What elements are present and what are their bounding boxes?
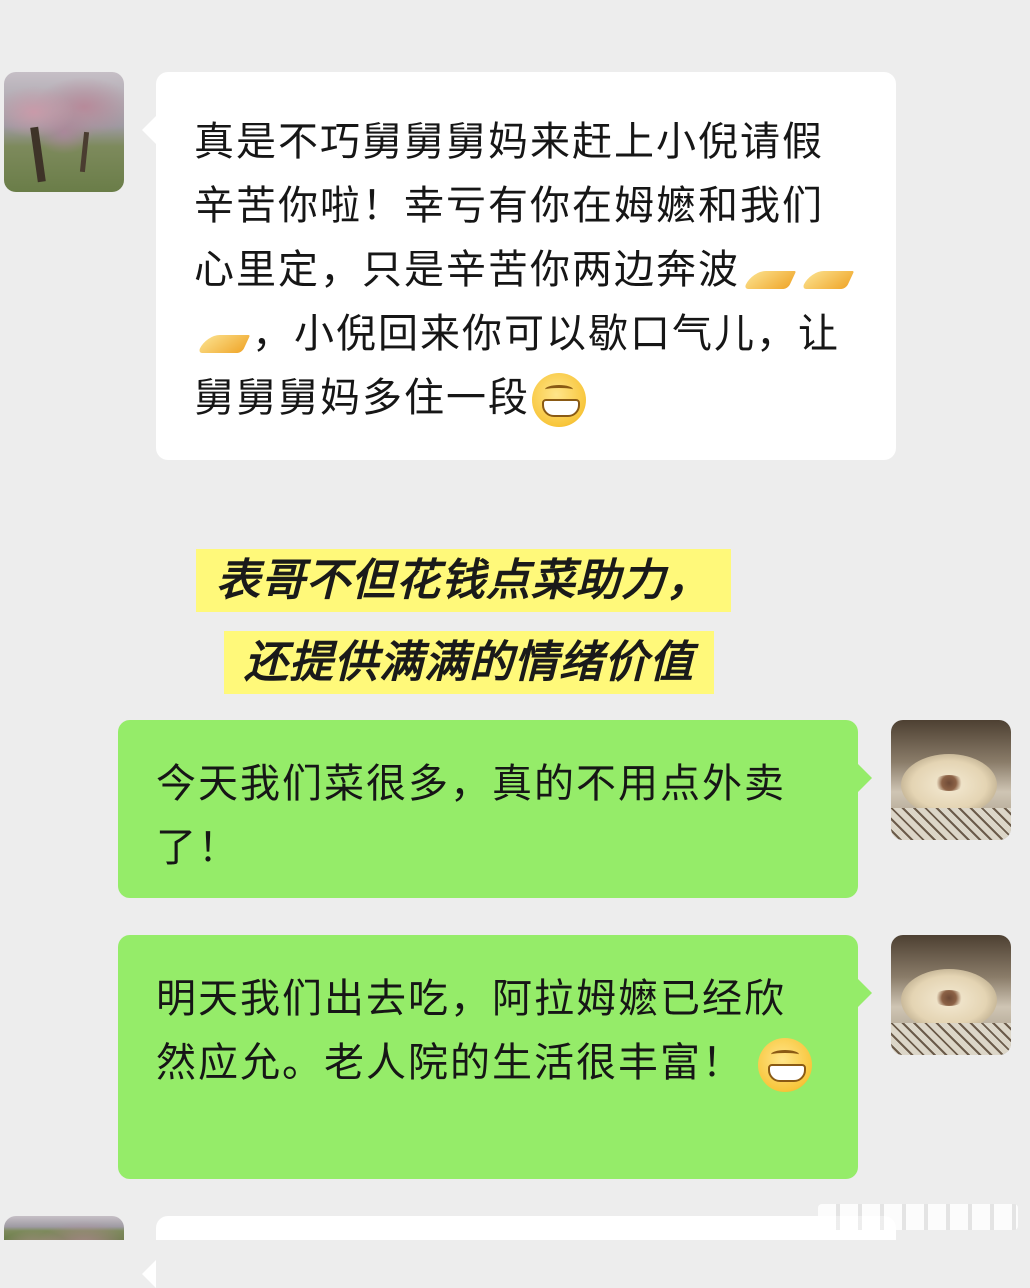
tree-trunk (30, 126, 46, 183)
folded-hands-icon (744, 253, 794, 291)
incoming-message-bubble[interactable] (142, 1216, 896, 1288)
message-text: 明天我们出去吃，阿拉姆嬷已经欣然应允。老人院的生活很丰富！ (156, 976, 786, 1086)
outgoing-message-bubble[interactable]: 明天我们出去吃，阿拉姆嬷已经欣然应允。老人院的生活很丰富！ (118, 935, 872, 1179)
folded-hands-icon (802, 253, 852, 291)
caption-line-1: 表哥不但花钱点菜助力， (196, 549, 731, 612)
incoming-message-bubble[interactable]: 真是不巧舅舅舅妈来赶上小倪请假辛苦你啦！幸亏有你在姆嬷和我们心里定，只是辛苦你两… (142, 72, 896, 460)
outgoing-message-bubble[interactable]: 今天我们菜很多，真的不用点外卖了！ (118, 720, 872, 898)
self-avatar[interactable] (891, 720, 1011, 840)
self-avatar[interactable] (891, 935, 1011, 1055)
cocoa-sprinkle (933, 990, 965, 1006)
contact-avatar[interactable] (4, 1216, 124, 1240)
saucer (891, 1023, 1011, 1055)
folded-hands-icon (198, 317, 248, 355)
grinning-face-icon (532, 373, 586, 427)
tree-trunk (79, 131, 90, 173)
saucer (891, 808, 1011, 840)
cocoa-sprinkle (933, 775, 965, 791)
contact-avatar[interactable] (4, 72, 124, 192)
message-text: 真是不巧舅舅舅妈来赶上小倪请假辛苦你啦！幸亏有你在姆嬷和我们心里定，只是辛苦你两… (194, 119, 824, 293)
highlight-caption: 表哥不但花钱点菜助力， 还提供满满的情绪价值 (196, 540, 731, 704)
message-text: ，小倪回来你可以歇口气儿，让舅舅舅妈多住一段 (194, 311, 840, 421)
watermark (818, 1204, 1018, 1230)
grinning-face-icon (758, 1038, 812, 1092)
caption-line-2: 还提供满满的情绪价值 (224, 631, 714, 694)
message-text: 今天我们菜很多，真的不用点外卖了！ (156, 761, 786, 871)
